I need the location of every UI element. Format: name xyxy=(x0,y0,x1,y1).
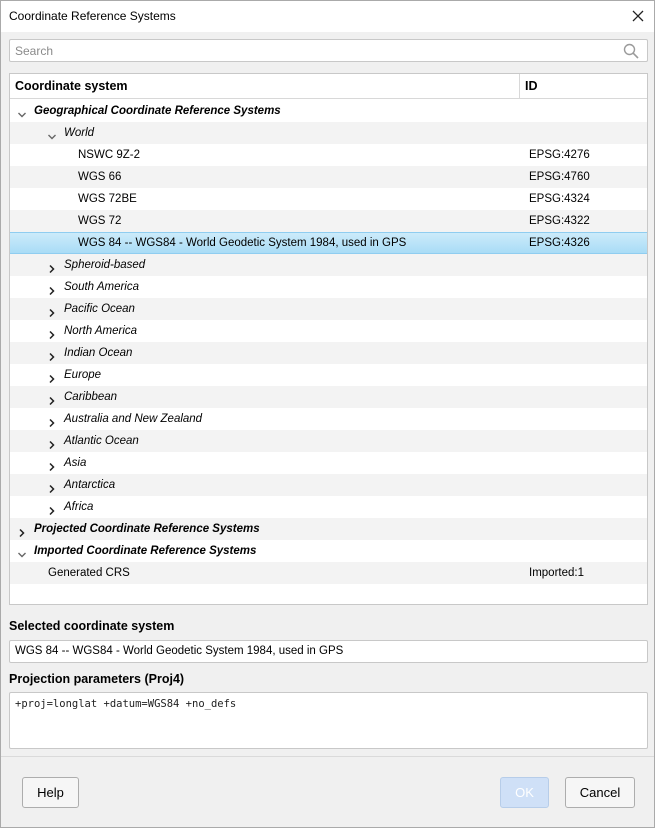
chevron-right-icon[interactable] xyxy=(17,524,27,538)
crs-dialog: Coordinate Reference Systems Coordinate … xyxy=(0,0,655,828)
tree-row-label: Imported Coordinate Reference Systems xyxy=(34,545,257,557)
tree-row-label: Europe xyxy=(64,369,102,381)
tree-group-row[interactable]: Geographical Coordinate Reference System… xyxy=(10,100,647,122)
chevron-right-icon[interactable] xyxy=(47,458,57,472)
tree-row-label: South America xyxy=(64,281,139,293)
tree-rows: Geographical Coordinate Reference System… xyxy=(10,100,647,584)
tree-row-label: WGS 72 xyxy=(78,215,122,227)
tree-row-label: Projected Coordinate Reference Systems xyxy=(34,523,260,535)
dialog-title: Coordinate Reference Systems xyxy=(9,9,176,23)
tree-row-id: EPSG:4276 xyxy=(529,149,590,161)
tree-row-label: Indian Ocean xyxy=(64,347,133,359)
ok-button[interactable]: OK xyxy=(500,777,549,808)
chevron-right-icon[interactable] xyxy=(47,370,57,384)
chevron-right-icon[interactable] xyxy=(47,480,57,494)
tree-subgroup-row[interactable]: World xyxy=(10,122,647,144)
projection-params-field[interactable]: +proj=longlat +datum=WGS84 +no_defs xyxy=(9,692,648,749)
tree-subgroup-row[interactable]: South America xyxy=(10,276,647,298)
close-icon[interactable] xyxy=(628,6,648,26)
tree-subgroup-row[interactable]: Europe xyxy=(10,364,647,386)
column-divider[interactable] xyxy=(519,74,520,98)
tree-subgroup-row[interactable]: North America xyxy=(10,320,647,342)
tree-row-label: Caribbean xyxy=(64,391,118,403)
tree-row-label: World xyxy=(64,127,95,139)
tree-row[interactable]: NSWC 9Z-2 EPSG:4276 xyxy=(10,144,647,166)
tree-subgroup-row[interactable]: Australia and New Zealand xyxy=(10,408,647,430)
chevron-right-icon[interactable] xyxy=(47,326,57,340)
search-input[interactable] xyxy=(15,43,615,59)
selected-crs-field[interactable]: WGS 84 -- WGS84 - World Geodetic System … xyxy=(9,640,648,663)
help-button[interactable]: Help xyxy=(22,777,79,808)
tree-row-label: North America xyxy=(64,325,138,337)
column-header-id[interactable]: ID xyxy=(525,74,538,98)
column-header-coordinate-system[interactable]: Coordinate system xyxy=(15,74,128,98)
dialog-footer: Help OK Cancel xyxy=(1,756,654,827)
tree-row-label: Atlantic Ocean xyxy=(64,435,139,447)
selected-crs-label: Selected coordinate system xyxy=(9,619,175,633)
tree-subgroup-row[interactable]: Atlantic Ocean xyxy=(10,430,647,452)
title-bar: Coordinate Reference Systems xyxy=(1,1,654,32)
tree-row-label: Spheroid-based xyxy=(64,259,146,271)
tree-row[interactable]: WGS 72BE EPSG:4324 xyxy=(10,188,647,210)
tree-row-label: Australia and New Zealand xyxy=(64,413,203,425)
chevron-right-icon[interactable] xyxy=(47,282,57,296)
tree-row-label: Generated CRS xyxy=(48,567,130,579)
crs-tree[interactable]: Coordinate system ID Geographical Coordi… xyxy=(9,73,648,605)
chevron-right-icon[interactable] xyxy=(47,502,57,516)
tree-row-label: WGS 72BE xyxy=(78,193,137,205)
chevron-right-icon[interactable] xyxy=(47,348,57,362)
tree-row-label: Geographical Coordinate Reference System… xyxy=(34,105,281,117)
tree-row[interactable]: Generated CRS Imported:1 xyxy=(10,562,647,584)
tree-row-label: Antarctica xyxy=(64,479,116,491)
search-box xyxy=(9,39,648,62)
tree-row[interactable]: WGS 84 -- WGS84 - World Geodetic System … xyxy=(10,232,647,254)
projection-params-label: Projection parameters (Proj4) xyxy=(9,672,185,686)
tree-row-id: EPSG:4326 xyxy=(529,237,590,249)
tree-row[interactable]: WGS 66 EPSG:4760 xyxy=(10,166,647,188)
search-icon[interactable] xyxy=(623,43,639,59)
tree-row-id: EPSG:4760 xyxy=(529,171,590,183)
dialog-content: Coordinate system ID Geographical Coordi… xyxy=(1,32,654,756)
tree-group-row[interactable]: Projected Coordinate Reference Systems xyxy=(10,518,647,540)
chevron-down-icon[interactable] xyxy=(47,128,57,140)
tree-row-label: WGS 84 -- WGS84 - World Geodetic System … xyxy=(78,237,407,249)
chevron-down-icon[interactable] xyxy=(17,546,27,558)
tree-subgroup-row[interactable]: Spheroid-based xyxy=(10,254,647,276)
chevron-right-icon[interactable] xyxy=(47,392,57,406)
chevron-right-icon[interactable] xyxy=(47,414,57,428)
tree-subgroup-row[interactable]: Indian Ocean xyxy=(10,342,647,364)
tree-row-label: Asia xyxy=(64,457,87,469)
tree-subgroup-row[interactable]: Caribbean xyxy=(10,386,647,408)
tree-row-id: Imported:1 xyxy=(529,567,584,579)
tree-row-id: EPSG:4322 xyxy=(529,215,590,227)
tree-subgroup-row[interactable]: Asia xyxy=(10,452,647,474)
tree-subgroup-row[interactable]: Pacific Ocean xyxy=(10,298,647,320)
cancel-button[interactable]: Cancel xyxy=(565,777,635,808)
tree-header: Coordinate system ID xyxy=(10,74,647,99)
chevron-right-icon[interactable] xyxy=(47,436,57,450)
tree-row-id: EPSG:4324 xyxy=(529,193,590,205)
tree-subgroup-row[interactable]: Africa xyxy=(10,496,647,518)
chevron-right-icon[interactable] xyxy=(47,260,57,274)
tree-row-label: Africa xyxy=(64,501,94,513)
tree-group-row[interactable]: Imported Coordinate Reference Systems xyxy=(10,540,647,562)
chevron-right-icon[interactable] xyxy=(47,304,57,318)
tree-row-label: WGS 66 xyxy=(78,171,122,183)
tree-subgroup-row[interactable]: Antarctica xyxy=(10,474,647,496)
tree-row[interactable]: WGS 72 EPSG:4322 xyxy=(10,210,647,232)
chevron-down-icon[interactable] xyxy=(17,106,27,118)
tree-row-label: Pacific Ocean xyxy=(64,303,135,315)
tree-row-label: NSWC 9Z-2 xyxy=(78,149,140,161)
